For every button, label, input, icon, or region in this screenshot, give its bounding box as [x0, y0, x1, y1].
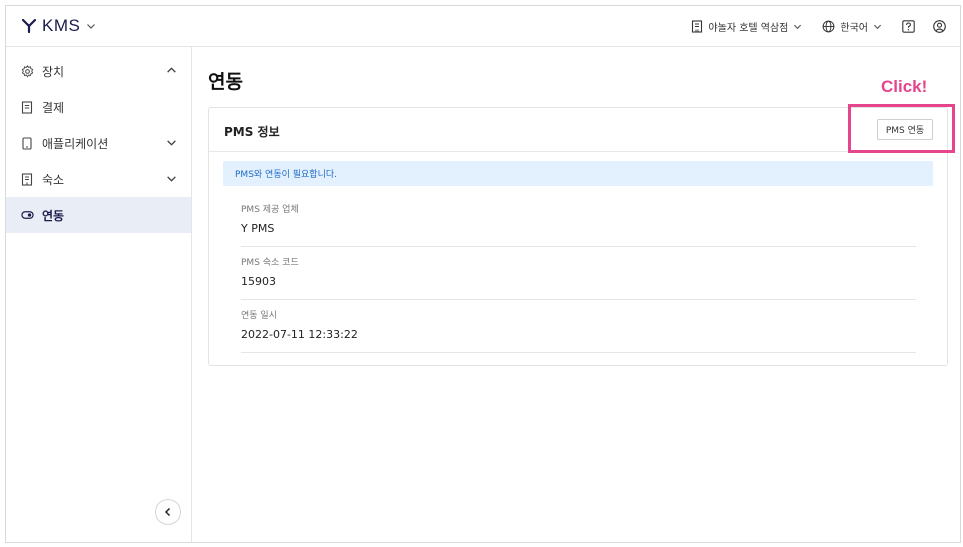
chevron-down-icon	[167, 176, 176, 182]
language-selector[interactable]: 한국어	[822, 19, 882, 34]
chevron-left-icon	[164, 507, 171, 517]
gear-icon	[20, 64, 34, 78]
field-pms-property-code: PMS 숙소 코드 15903	[241, 247, 916, 300]
chevron-down-icon	[794, 24, 802, 30]
building-icon	[20, 172, 34, 186]
chevron-up-icon	[167, 67, 176, 73]
chevron-down-icon	[167, 140, 176, 146]
sidebar-item-label: 결제	[42, 100, 65, 115]
sidebar-item-integration[interactable]: 연동	[6, 197, 191, 233]
page-title: 연동	[208, 71, 243, 93]
app-window: KMS 야놀자 호텔 역삼점 한국어 장치 결제 애플리케이션 숙소 연동 연동…	[5, 5, 961, 543]
field-label: 연동 일시	[241, 311, 277, 321]
field-label: PMS 숙소 코드	[241, 258, 299, 268]
field-integration-date: 연동 일시 2022-07-11 12:33:22	[241, 300, 916, 353]
info-alert: PMS와 연동이 필요합니다.	[223, 161, 933, 186]
field-pms-provider: PMS 제공 업체 Y PMS	[241, 194, 916, 247]
top-bar-actions: 야놀자 호텔 역삼점 한국어	[691, 6, 960, 47]
sidebar-item-device[interactable]: 장치	[6, 53, 191, 89]
collapse-sidebar-button[interactable]	[155, 499, 181, 525]
app-name: KMS	[42, 16, 81, 35]
sidebar-item-label: 숙소	[42, 172, 65, 187]
account-button[interactable]	[933, 20, 946, 33]
field-value: 2022-07-11 12:33:22	[241, 328, 358, 341]
sidebar-item-property[interactable]: 숙소	[6, 161, 191, 197]
chevron-down-icon	[873, 24, 882, 30]
card-title: PMS 정보	[224, 125, 280, 139]
help-icon	[902, 20, 915, 33]
top-bar: KMS 야놀자 호텔 역삼점 한국어	[6, 6, 960, 47]
sidebar-item-label: 연동	[42, 208, 65, 223]
field-label: PMS 제공 업체	[241, 205, 299, 215]
chevron-down-icon	[87, 24, 96, 29]
field-value: Y PMS	[241, 222, 275, 235]
building-icon	[692, 20, 703, 33]
help-button[interactable]	[902, 20, 915, 33]
receipt-icon	[20, 100, 34, 114]
pms-info-card: PMS 정보 PMS 연동 PMS와 연동이 필요합니다. PMS 제공 업체 …	[208, 107, 948, 366]
property-name: 야놀자 호텔 역삼점	[708, 23, 789, 34]
sidebar-item-label: 애플리케이션	[42, 136, 109, 151]
sidebar: 장치 결제 애플리케이션 숙소 연동	[6, 47, 192, 542]
kms-logo-icon	[22, 19, 36, 33]
sidebar-item-application[interactable]: 애플리케이션	[6, 125, 191, 161]
click-highlight-box	[848, 104, 955, 153]
field-value: 15903	[241, 275, 276, 288]
property-selector[interactable]: 야놀자 호텔 역삼점	[691, 19, 802, 34]
app-switcher[interactable]: KMS	[22, 16, 96, 36]
tablet-icon	[20, 136, 34, 150]
click-annotation: Click!	[881, 77, 928, 96]
language-label: 한국어	[840, 23, 868, 34]
sidebar-item-label: 장치	[42, 64, 65, 79]
card-header: PMS 정보 PMS 연동	[209, 108, 947, 152]
globe-icon	[822, 20, 835, 33]
user-icon	[933, 20, 946, 33]
sidebar-item-payment[interactable]: 결제	[6, 89, 191, 125]
link-toggle-icon	[20, 208, 34, 222]
main-content: 연동 Click! PMS 정보 PMS 연동 PMS와 연동이 필요합니다. …	[193, 47, 960, 542]
